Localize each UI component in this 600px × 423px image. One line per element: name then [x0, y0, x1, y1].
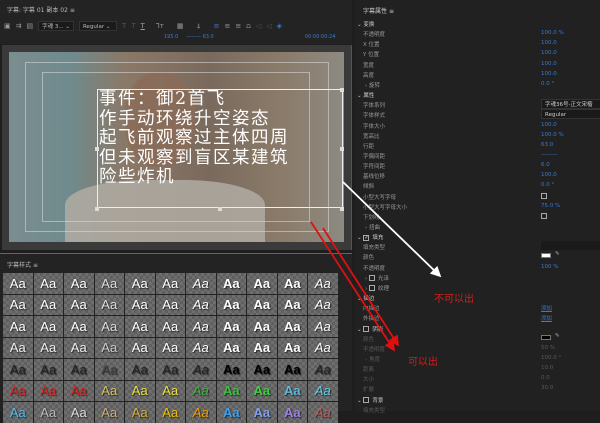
red-arrow	[322, 227, 399, 347]
annotation-cannot: 不可以出	[434, 294, 474, 305]
annotation-arrows	[310, 181, 442, 352]
red-arrow	[310, 221, 395, 352]
annotation-can: 可以出	[408, 357, 438, 368]
white-arrow	[342, 181, 442, 278]
